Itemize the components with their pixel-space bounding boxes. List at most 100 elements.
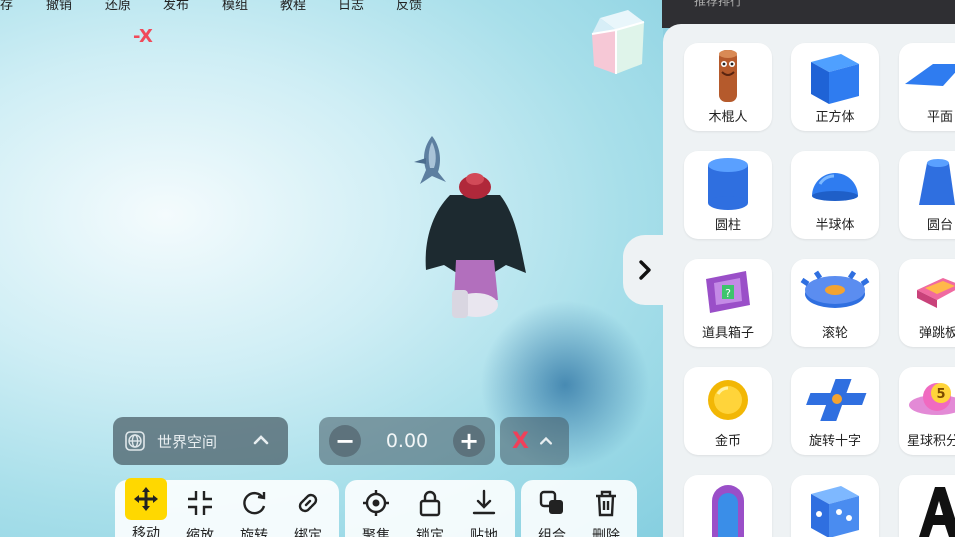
- plane-icon: [905, 64, 955, 86]
- space-selector[interactable]: 世界空间: [113, 417, 288, 465]
- snap-ground-tool-button[interactable]: 贴地: [457, 480, 511, 537]
- rotate-icon: [243, 491, 266, 515]
- axis-selector-label: X: [512, 428, 529, 454]
- stepper-value[interactable]: 0.00: [386, 430, 428, 452]
- asset-card[interactable]: 金币: [684, 367, 772, 455]
- bind-tool-label: 绑定: [294, 528, 322, 537]
- asset-name: 平面: [927, 110, 954, 125]
- trash-icon: [596, 490, 616, 517]
- asset-card[interactable]: 滚轮: [791, 259, 879, 347]
- asset-card[interactable]: [791, 475, 879, 537]
- group-tool-label: 组合: [538, 528, 566, 537]
- menu-undo[interactable]: 撤销: [46, 0, 72, 13]
- edit-tools: 组合 删除: [521, 480, 637, 537]
- svg-text:5: 5: [936, 387, 945, 402]
- menu-mods[interactable]: 模组: [222, 0, 248, 13]
- decrement-button[interactable]: −: [329, 425, 361, 457]
- letter-a-icon: [919, 487, 955, 537]
- focus-tool-button[interactable]: 聚焦: [349, 480, 403, 537]
- svg-text:?: ?: [725, 287, 731, 300]
- view-cube-icon[interactable]: [590, 8, 646, 80]
- group-tool-button[interactable]: 组合: [525, 480, 579, 537]
- chevron-up-icon[interactable]: [250, 429, 272, 451]
- asset-name: 金币: [714, 434, 741, 449]
- increment-button[interactable]: +: [453, 425, 485, 457]
- placement-tools: 聚焦 锁定 贴地: [345, 480, 515, 537]
- value-stepper: − 0.00 +: [319, 417, 495, 465]
- asset-card[interactable]: 木棍人: [684, 43, 772, 131]
- top-right-hint: 推荐排行: [694, 0, 743, 8]
- asset-name: 道具箱子: [701, 326, 754, 341]
- asset-name: 旋转十字: [808, 434, 861, 449]
- rotate-tool-button[interactable]: 旋转: [227, 480, 281, 537]
- character-model-icon[interactable]: [420, 165, 530, 325]
- lock-icon: [419, 490, 441, 517]
- asset-name: 半球体: [815, 218, 855, 233]
- menu-tutorial[interactable]: 教程: [280, 0, 306, 13]
- asset-name: 木棍人: [708, 110, 748, 125]
- asset-card[interactable]: 正方体: [791, 43, 879, 131]
- asset-card[interactable]: [899, 475, 955, 537]
- lock-tool-button[interactable]: 锁定: [403, 480, 457, 537]
- asset-card[interactable]: 旋转十字: [791, 367, 879, 455]
- scale-icon: [188, 491, 212, 515]
- globe-icon: [125, 431, 145, 451]
- asset-card[interactable]: 弹跳板: [899, 259, 955, 347]
- chevron-right-icon: [639, 260, 651, 280]
- move-tool-button[interactable]: 移动: [119, 478, 173, 537]
- asset-card[interactable]: 5 星球积分: [899, 367, 955, 455]
- scale-tool-button[interactable]: 缩放: [173, 480, 227, 537]
- hemisphere-icon: [812, 173, 858, 201]
- snap-down-icon: [472, 489, 496, 515]
- planet-score-icon: 5: [909, 383, 955, 415]
- asset-card[interactable]: 圆柱: [684, 151, 772, 239]
- focus-tool-label: 聚焦: [362, 528, 390, 537]
- chevron-up-icon[interactable]: [537, 432, 555, 450]
- tool-bar: 移动 缩放 旋转 绑定 聚焦 锁定 贴地 组合 删除: [115, 478, 643, 537]
- asset-card[interactable]: 平面: [899, 43, 955, 131]
- asset-panel: 木棍人 正方体 平面 圆柱 半球体 圆台 ? 道具箱子 滚轮 弹跳板 金币 旋转…: [663, 24, 955, 537]
- dice-cube-icon: [811, 486, 859, 537]
- asset-card[interactable]: [684, 475, 772, 537]
- item-box-icon: ?: [706, 271, 750, 313]
- axis-selector[interactable]: X: [500, 417, 569, 465]
- move-tool-label: 移动: [132, 526, 160, 537]
- asset-card[interactable]: ? 道具箱子: [684, 259, 772, 347]
- menu-save[interactable]: 存: [0, 0, 13, 13]
- scale-tool-label: 缩放: [186, 528, 214, 537]
- space-selector-label: 世界空间: [157, 432, 218, 451]
- snap-ground-tool-label: 贴地: [470, 528, 498, 537]
- rotating-cross-icon: [806, 379, 867, 421]
- move-arrows-icon: [134, 487, 158, 511]
- gizmo-axis-label: -X: [133, 26, 153, 47]
- cube-icon: [811, 54, 859, 104]
- asset-name: 星球积分: [907, 434, 955, 449]
- link-icon: [298, 493, 318, 513]
- asset-card[interactable]: 半球体: [791, 151, 879, 239]
- transform-tools: 移动 缩放 旋转 绑定: [115, 478, 339, 537]
- asset-name: 圆柱: [714, 218, 741, 233]
- asset-name: 弹跳板: [919, 326, 955, 341]
- bounce-pad-icon: [917, 278, 955, 308]
- scene-viewport[interactable]: 存 撤销 还原 发布 模组 教程 日志 反馈 -X 世界空间 − 0.00 + …: [0, 0, 663, 537]
- cylinder-icon: [708, 158, 748, 210]
- gear-roller-icon: [800, 270, 870, 308]
- menu-feedback[interactable]: 反馈: [396, 0, 422, 13]
- group-icon: [539, 490, 563, 514]
- delete-tool-button[interactable]: 删除: [579, 480, 633, 537]
- asset-name: 正方体: [815, 110, 855, 125]
- focus-target-icon: [363, 490, 389, 516]
- asset-name: 圆台: [927, 218, 954, 233]
- portal-icon: [712, 485, 744, 537]
- stick-man-icon: [719, 50, 737, 102]
- bind-tool-button[interactable]: 绑定: [281, 480, 335, 537]
- menu-publish[interactable]: 发布: [163, 0, 189, 13]
- asset-card[interactable]: 圆台: [899, 151, 955, 239]
- menu-log[interactable]: 日志: [338, 0, 364, 13]
- coin-icon: [708, 380, 748, 420]
- lock-tool-label: 锁定: [416, 528, 444, 537]
- panel-collapse-button[interactable]: [623, 235, 667, 305]
- delete-tool-label: 删除: [592, 528, 620, 537]
- menu-redo[interactable]: 还原: [105, 0, 131, 13]
- rotate-tool-label: 旋转: [240, 528, 268, 537]
